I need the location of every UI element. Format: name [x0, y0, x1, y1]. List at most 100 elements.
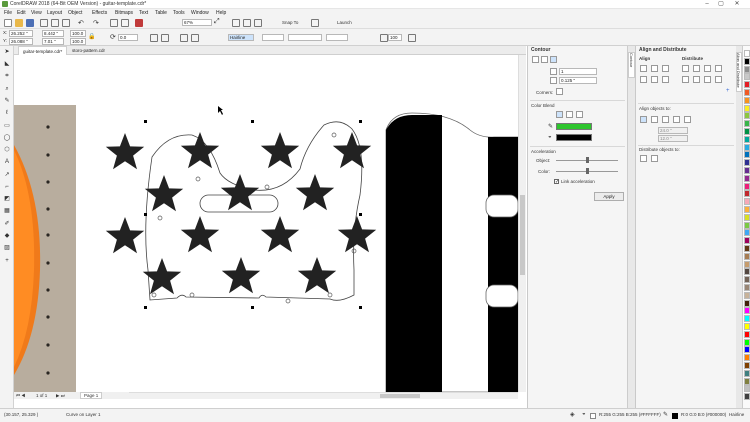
palette-swatch[interactable]: [744, 143, 750, 151]
palette-swatch[interactable]: [744, 245, 750, 252]
contour-steps-field[interactable]: 1: [559, 68, 597, 75]
crop-tool-icon[interactable]: ⌗: [3, 73, 11, 79]
distribute-spacing-v-icon[interactable]: [715, 76, 722, 83]
distribute-bottom-icon[interactable]: [704, 76, 711, 83]
palette-swatch[interactable]: [744, 330, 750, 338]
publish-pdf-icon[interactable]: [135, 19, 143, 27]
palette-swatch[interactable]: [744, 104, 750, 112]
add-tool-icon[interactable]: +: [3, 258, 11, 264]
start-arrowhead-select[interactable]: [262, 34, 284, 41]
node-icon[interactable]: [191, 34, 199, 42]
palette-swatch[interactable]: [744, 135, 750, 143]
distribute-center-h-icon[interactable]: [693, 65, 700, 72]
mirror-vertical-icon[interactable]: [161, 34, 169, 42]
outline-color-picker[interactable]: [556, 123, 592, 130]
shape-icon[interactable]: [180, 34, 188, 42]
launch-dropdown[interactable]: Launch: [337, 20, 352, 25]
palette-swatch[interactable]: [744, 182, 750, 190]
nudge-field[interactable]: 100: [388, 34, 402, 41]
outside-contour-icon[interactable]: [550, 56, 557, 63]
link-acceleration-checkbox[interactable]: ✓: [554, 179, 559, 185]
menu-table[interactable]: Table: [155, 10, 167, 16]
align-top-icon[interactable]: [640, 76, 647, 83]
palette-swatch[interactable]: [744, 299, 750, 307]
mirror-horizontal-icon[interactable]: [150, 34, 158, 42]
palette-swatch[interactable]: [744, 174, 750, 182]
vertical-scroll-thumb[interactable]: [520, 195, 525, 275]
fill-swatch[interactable]: [590, 413, 596, 419]
palette-swatch[interactable]: [744, 237, 750, 245]
new-document-icon[interactable]: [4, 19, 12, 27]
minimize-button[interactable]: –: [700, 0, 714, 9]
extent-of-page-icon[interactable]: [651, 155, 658, 162]
edit-curve-icon[interactable]: [408, 34, 416, 42]
selection-handles[interactable]: [144, 120, 362, 309]
zoom-tool-icon[interactable]: ⌕: [3, 86, 11, 92]
width-field[interactable]: 8.442 ": [42, 30, 64, 37]
snap-to-dropdown[interactable]: Snap To: [282, 20, 298, 25]
align-right-icon[interactable]: [662, 65, 669, 72]
page-edge-icon[interactable]: [651, 116, 658, 123]
menu-bitmaps[interactable]: Bitmaps: [115, 10, 133, 16]
palette-swatch[interactable]: [744, 151, 750, 159]
distribute-center-v-icon[interactable]: [693, 76, 700, 83]
add-icon[interactable]: +: [726, 88, 730, 94]
scale-height-field[interactable]: 100.0: [70, 38, 86, 45]
menu-effects[interactable]: Effects: [92, 10, 107, 16]
palette-swatch[interactable]: [744, 73, 750, 81]
show-guidelines-icon[interactable]: [254, 19, 262, 27]
rotation-angle-field[interactable]: 0.0: [118, 34, 138, 41]
page-center-icon[interactable]: [662, 116, 669, 123]
drop-shadow-icon[interactable]: ◩: [3, 196, 11, 202]
palette-swatch[interactable]: [744, 112, 750, 120]
text-tool-icon[interactable]: A: [3, 159, 11, 165]
palette-swatch[interactable]: [744, 221, 750, 229]
paste-icon[interactable]: [62, 19, 70, 27]
outline-width-field[interactable]: Hairline: [228, 34, 254, 41]
palette-swatch[interactable]: [744, 369, 750, 377]
menu-tools[interactable]: Tools: [173, 10, 185, 16]
palette-swatch[interactable]: [744, 252, 750, 260]
menu-file[interactable]: File: [4, 10, 12, 16]
redo-icon[interactable]: ↷: [93, 19, 99, 27]
align-center-h-icon[interactable]: [651, 65, 658, 72]
pick-tool-icon[interactable]: ➤: [3, 49, 11, 55]
palette-swatch[interactable]: [744, 50, 750, 57]
palette-swatch[interactable]: [744, 260, 750, 268]
cut-icon[interactable]: [40, 19, 48, 27]
palette-swatch[interactable]: [744, 96, 750, 104]
undo-icon[interactable]: ↶: [78, 19, 84, 27]
page-tab[interactable]: Page 1: [80, 392, 103, 399]
drawing-canvas[interactable]: [14, 55, 518, 392]
apply-button[interactable]: Apply: [594, 192, 624, 201]
palette-swatch[interactable]: [744, 128, 750, 135]
save-icon[interactable]: [26, 19, 34, 27]
next-page-icon[interactable]: ▶ ⏭: [56, 392, 65, 399]
import-icon[interactable]: [110, 19, 118, 27]
menu-edit[interactable]: Edit: [17, 10, 26, 16]
zoom-level-field[interactable]: 67%: [182, 19, 212, 26]
scale-width-field[interactable]: 100.0: [70, 30, 86, 37]
palette-swatch[interactable]: [744, 65, 750, 73]
color-proofing-icon[interactable]: ◈: [570, 411, 575, 418]
show-rulers-icon[interactable]: [232, 19, 240, 27]
menu-help[interactable]: Help: [216, 10, 226, 16]
freehand-tool-icon[interactable]: ✎: [3, 98, 11, 104]
options-gear-icon[interactable]: [311, 19, 319, 27]
close-curve-icon[interactable]: [380, 34, 388, 42]
vertical-scrollbar[interactable]: [518, 55, 526, 392]
palette-swatch[interactable]: [744, 120, 750, 128]
palette-swatch[interactable]: [744, 284, 750, 291]
object-slider-thumb[interactable]: [586, 157, 589, 163]
grid-icon[interactable]: [673, 116, 680, 123]
align-x-field[interactable]: 24.0 ": [658, 127, 688, 134]
palette-swatch[interactable]: [744, 57, 750, 65]
line-style-select[interactable]: [288, 34, 322, 41]
interactive-fill-icon[interactable]: ◆: [3, 233, 11, 239]
palette-swatch[interactable]: [744, 291, 750, 299]
rectangle-tool-icon[interactable]: ▭: [3, 123, 11, 129]
menu-text[interactable]: Text: [139, 10, 148, 16]
export-icon[interactable]: [121, 19, 129, 27]
menu-layout[interactable]: Layout: [47, 10, 62, 16]
first-page-icon[interactable]: ⏮ ◀: [16, 392, 25, 399]
